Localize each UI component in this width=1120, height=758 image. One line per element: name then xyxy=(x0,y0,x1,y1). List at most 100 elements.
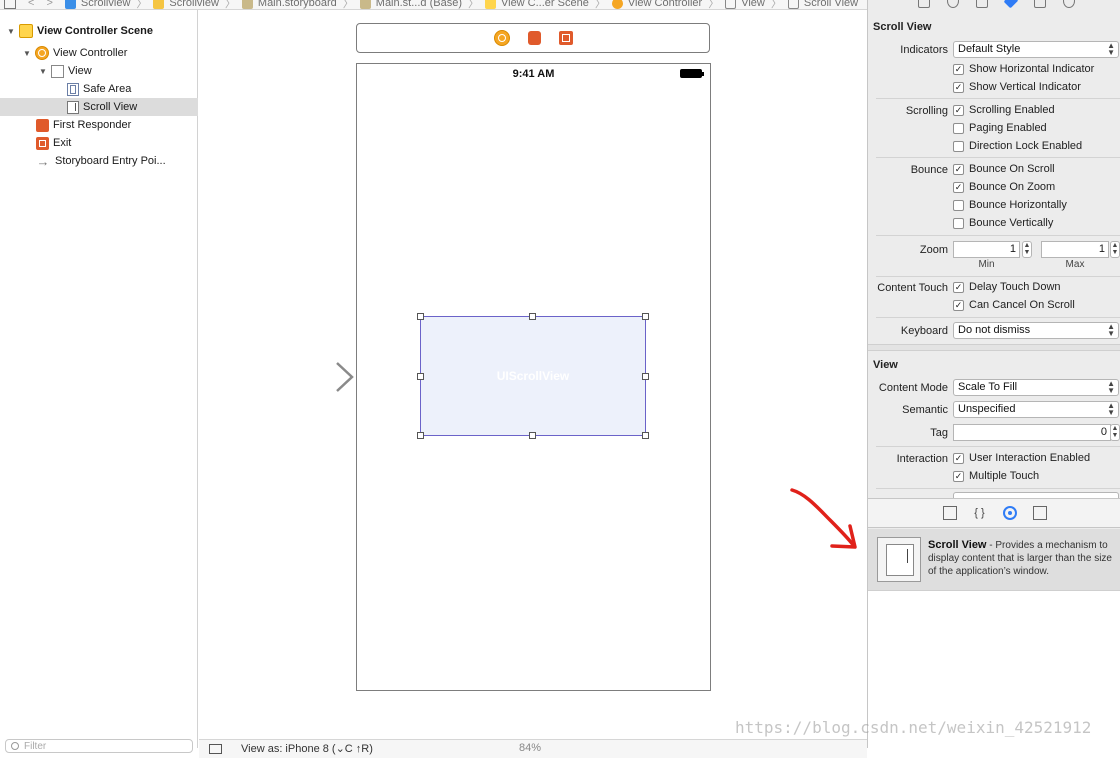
zoom-min-stepper[interactable]: ▲ ▼ xyxy=(1022,241,1032,258)
safe-area-icon xyxy=(67,82,79,96)
media-library-icon[interactable] xyxy=(1032,506,1047,520)
interaction-label: Interaction xyxy=(896,453,948,465)
breadcrumb-item[interactable]: View 〉 xyxy=(725,0,782,9)
divider xyxy=(876,317,1120,318)
bounce-vertically-checkbox[interactable]: Bounce Vertically xyxy=(953,217,1053,229)
checkmark-icon: ✓ xyxy=(953,63,964,75)
bounce-on-zoom-checkbox[interactable]: ✓ Bounce On Zoom xyxy=(953,181,1055,193)
divider xyxy=(876,235,1120,236)
checkmark-icon: ✓ xyxy=(953,470,964,482)
scroll-view-icon xyxy=(787,0,799,9)
scrolling-label: Scrolling xyxy=(905,105,948,117)
size-inspector-icon[interactable] xyxy=(1034,0,1046,8)
scroll-view-placeholder-label: UIScrollView xyxy=(496,369,570,383)
zoom-max-field[interactable]: 1 xyxy=(1041,241,1109,258)
forward-icon[interactable]: > xyxy=(46,0,52,9)
disclosure-down-icon[interactable]: ▼ xyxy=(38,67,48,76)
breadcrumb-item[interactable]: View Controller 〉 xyxy=(611,0,719,9)
indicators-label: Indicators xyxy=(900,44,948,56)
breadcrumb-item[interactable]: Main.st...d (Base) 〉 xyxy=(359,0,479,9)
battery-icon xyxy=(680,69,704,78)
resize-handle[interactable] xyxy=(642,373,649,380)
breadcrumb-item[interactable]: Scrollview 〉 xyxy=(153,0,236,9)
delay-touch-down-checkbox[interactable]: ✓ Delay Touch Down xyxy=(953,281,1061,293)
outline-row-view[interactable]: ▼ View xyxy=(0,62,198,80)
scene-dock xyxy=(356,23,710,53)
section-title-scroll-view: Scroll View xyxy=(873,21,932,33)
library-item-text: Scroll View - Provides a mechanism to di… xyxy=(928,539,1112,577)
attributes-inspector-icon[interactable] xyxy=(1003,0,1019,9)
keyboard-popup[interactable]: Do not dismiss ▲ ▼ xyxy=(953,322,1119,339)
zoom-min-field[interactable]: 1 xyxy=(953,241,1020,258)
status-bar-time: 9:41 AM xyxy=(512,68,555,80)
resize-handle[interactable] xyxy=(417,313,424,320)
keyboard-label: Keyboard xyxy=(900,325,948,337)
outline-filter-field[interactable]: Filter xyxy=(5,739,193,753)
resize-handle[interactable] xyxy=(529,432,536,439)
breadcrumb-item[interactable]: Scroll View xyxy=(787,0,858,9)
content-mode-label: Content Mode xyxy=(878,382,948,394)
first-responder-icon[interactable] xyxy=(527,31,541,45)
resize-handle[interactable] xyxy=(529,313,536,320)
semantic-popup[interactable]: Unspecified ▲ ▼ xyxy=(953,401,1119,418)
file-template-library-icon[interactable] xyxy=(942,506,957,520)
disclosure-down-icon[interactable]: ▼ xyxy=(6,27,16,36)
outline-row-safe-area[interactable]: Safe Area xyxy=(0,80,198,98)
direction-lock-checkbox[interactable]: Direction Lock Enabled xyxy=(953,140,1082,152)
breadcrumb-item[interactable]: Main.storyboard 〉 xyxy=(241,0,354,9)
view-controller-view[interactable]: 9:41 AM UIScrollView xyxy=(356,63,711,691)
help-inspector-icon[interactable] xyxy=(947,0,959,8)
paging-enabled-checkbox[interactable]: Paging Enabled xyxy=(953,122,1047,134)
outline-row-scene[interactable]: ▼ View Controller Scene xyxy=(0,22,198,40)
checkmark-icon: ✓ xyxy=(953,181,964,193)
scrolling-enabled-checkbox[interactable]: ✓ Scrolling Enabled xyxy=(953,104,1055,116)
outline-row-exit[interactable]: Exit xyxy=(0,134,198,152)
disclosure-down-icon[interactable]: ▼ xyxy=(22,49,32,58)
multiple-touch-checkbox[interactable]: ✓ Multiple Touch xyxy=(953,470,1039,482)
identity-inspector-icon[interactable] xyxy=(976,0,988,8)
zoom-max-stepper[interactable]: ▲ ▼ xyxy=(1110,241,1120,258)
outline-row-scroll-view[interactable]: Scroll View xyxy=(0,98,198,116)
outline-row-view-controller[interactable]: ▼ View Controller xyxy=(0,44,198,62)
resize-handle[interactable] xyxy=(642,313,649,320)
scroll-view-element[interactable]: UIScrollView xyxy=(417,313,649,439)
show-horizontal-indicator-checkbox[interactable]: ✓ Show Horizontal Indicator xyxy=(953,63,1094,75)
code-snippet-library-icon[interactable]: { } xyxy=(973,506,987,520)
connections-inspector-icon[interactable] xyxy=(1063,0,1075,8)
entry-point-arrow[interactable] xyxy=(263,362,355,392)
content-mode-popup[interactable]: Scale To Fill ▲ ▼ xyxy=(953,379,1119,396)
breadcrumb-item[interactable]: View C...er Scene 〉 xyxy=(484,0,606,9)
user-interaction-enabled-checkbox[interactable]: ✓ User Interaction Enabled xyxy=(953,452,1090,464)
can-cancel-on-scroll-checkbox[interactable]: ✓ Can Cancel On Scroll xyxy=(953,299,1075,311)
show-vertical-indicator-checkbox[interactable]: ✓ Show Vertical Indicator xyxy=(953,81,1081,93)
bounce-horizontally-checkbox[interactable]: Bounce Horizontally xyxy=(953,199,1067,211)
red-annotation-arrow xyxy=(790,488,857,549)
back-icon[interactable]: < xyxy=(28,0,34,9)
view-controller-icon[interactable] xyxy=(493,30,510,46)
object-library-icon[interactable] xyxy=(1002,506,1017,520)
tag-field[interactable]: 0 xyxy=(953,424,1111,441)
breadcrumb-item[interactable]: Scrollview 〉 xyxy=(64,0,147,9)
scroll-view-library-icon xyxy=(877,537,921,582)
resize-handle[interactable] xyxy=(417,373,424,380)
outline-row-first-responder[interactable]: First Responder xyxy=(0,116,198,134)
resize-handle[interactable] xyxy=(417,432,424,439)
indicators-popup[interactable]: Default Style ▲ ▼ xyxy=(953,41,1119,58)
related-items-icon[interactable] xyxy=(4,0,16,9)
view-controller-icon xyxy=(35,46,49,60)
inspector-content[interactable]: Scroll View Indicators Default Style ▲ ▼ ✓… xyxy=(868,10,1120,498)
tag-stepper[interactable]: ▲ ▼ xyxy=(1110,424,1120,441)
zoom-level[interactable]: 84% xyxy=(519,742,541,754)
exit-icon[interactable] xyxy=(558,31,573,45)
bounce-on-scroll-checkbox[interactable]: ✓ Bounce On Scroll xyxy=(953,163,1055,175)
file-inspector-icon[interactable] xyxy=(918,0,930,8)
document-outline: ▼ View Controller Scene ▼ View Controlle… xyxy=(0,10,198,753)
toggle-outline-icon[interactable] xyxy=(209,744,222,754)
storyboard-canvas[interactable]: 9:41 AM UIScrollView View as: iPhone 8 (… xyxy=(199,10,867,758)
view-as-device[interactable]: View as: iPhone 8 (⌄C ↑R) xyxy=(241,742,373,755)
resize-handle[interactable] xyxy=(642,432,649,439)
outline-row-entry-point[interactable]: → Storyboard Entry Poi... xyxy=(0,152,198,170)
canvas-bottom-bar: View as: iPhone 8 (⌄C ↑R) 84% xyxy=(199,739,867,758)
updown-arrows-icon: ▲ ▼ xyxy=(1107,41,1115,57)
library-item-scroll-view[interactable]: Scroll View - Provides a mechanism to di… xyxy=(868,529,1120,591)
